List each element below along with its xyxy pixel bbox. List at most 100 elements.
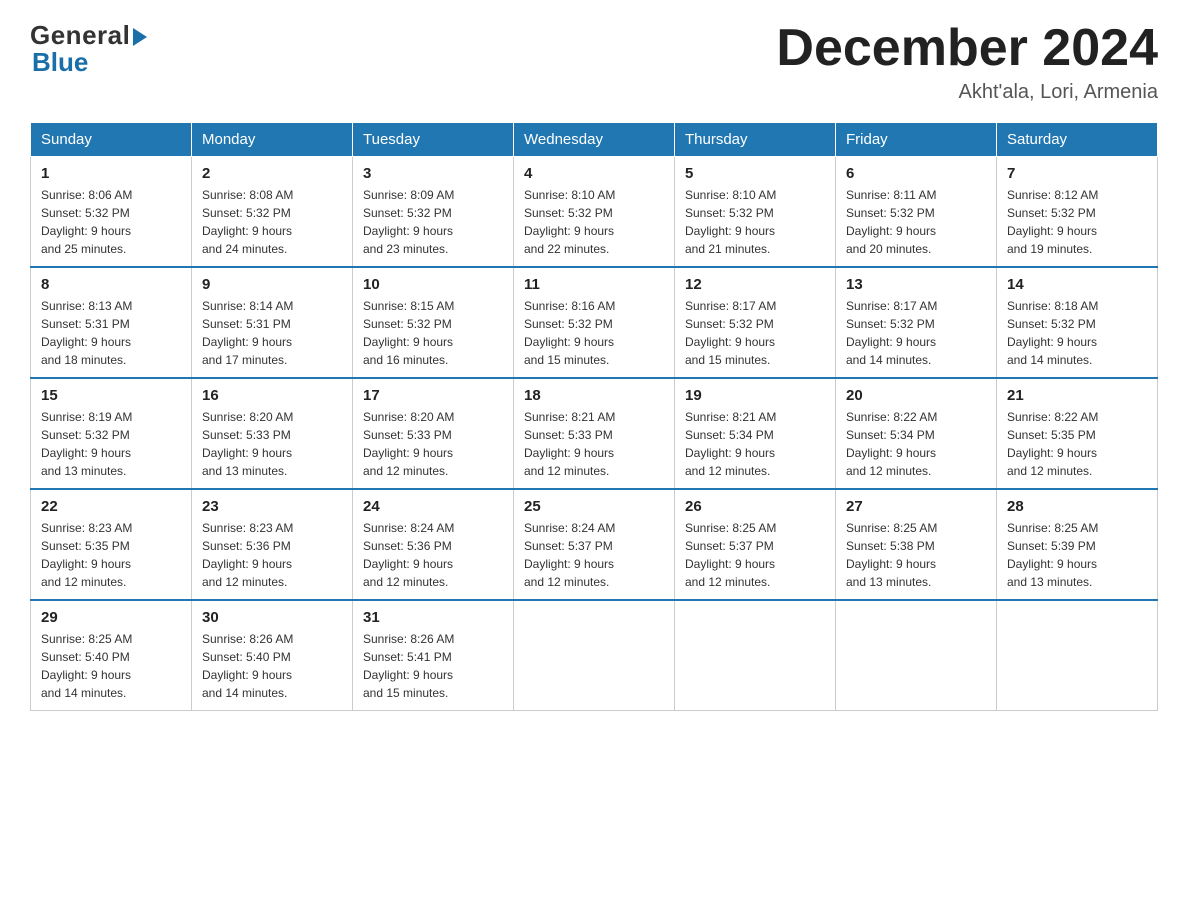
day-info: Sunrise: 8:10 AMSunset: 5:32 PMDaylight:… [685,186,825,258]
day-number: 30 [202,609,342,626]
day-number: 25 [524,498,664,515]
day-info: Sunrise: 8:11 AMSunset: 5:32 PMDaylight:… [846,186,986,258]
day-number: 19 [685,387,825,404]
day-info: Sunrise: 8:18 AMSunset: 5:32 PMDaylight:… [1007,297,1147,369]
day-number: 23 [202,498,342,515]
calendar-header-row: SundayMondayTuesdayWednesdayThursdayFrid… [31,123,1158,157]
day-number: 8 [41,276,181,293]
day-number: 17 [363,387,503,404]
day-info: Sunrise: 8:06 AMSunset: 5:32 PMDaylight:… [41,186,181,258]
day-info: Sunrise: 8:08 AMSunset: 5:32 PMDaylight:… [202,186,342,258]
calendar-cell: 3 Sunrise: 8:09 AMSunset: 5:32 PMDaylight… [353,157,514,268]
week-row-4: 22 Sunrise: 8:23 AMSunset: 5:35 PMDayligh… [31,489,1158,600]
day-info: Sunrise: 8:25 AMSunset: 5:38 PMDaylight:… [846,519,986,591]
title-section: December 2024 Akht'ala, Lori, Armenia [776,20,1158,104]
calendar-cell: 21Sunrise: 8:22 AMSunset: 5:35 PMDayligh… [997,378,1158,489]
day-number: 16 [202,387,342,404]
day-number: 1 [41,165,181,182]
header-wednesday: Wednesday [514,123,675,157]
calendar-cell: 24 Sunrise: 8:24 AMSunset: 5:36 PMDayligh… [353,489,514,600]
day-info: Sunrise: 8:17 AMSunset: 5:32 PMDaylight:… [685,297,825,369]
header-monday: Monday [192,123,353,157]
day-info: Sunrise: 8:20 AMSunset: 5:33 PMDaylight:… [363,408,503,480]
day-number: 12 [685,276,825,293]
page-header: General Blue December 2024 Akht'ala, Lor… [30,20,1158,104]
calendar-cell: 1 Sunrise: 8:06 AMSunset: 5:32 PMDaylight… [31,157,192,268]
calendar-cell [836,600,997,711]
calendar-cell: 12 Sunrise: 8:17 AMSunset: 5:32 PMDayligh… [675,267,836,378]
header-tuesday: Tuesday [353,123,514,157]
day-info: Sunrise: 8:25 AMSunset: 5:39 PMDaylight:… [1007,519,1147,591]
calendar-cell: 30 Sunrise: 8:26 AMSunset: 5:40 PMDayligh… [192,600,353,711]
week-row-5: 29 Sunrise: 8:25 AMSunset: 5:40 PMDayligh… [31,600,1158,711]
header-sunday: Sunday [31,123,192,157]
day-number: 18 [524,387,664,404]
calendar-cell: 28 Sunrise: 8:25 AMSunset: 5:39 PMDayligh… [997,489,1158,600]
day-number: 10 [363,276,503,293]
day-number: 20 [846,387,986,404]
day-info: Sunrise: 8:26 AMSunset: 5:40 PMDaylight:… [202,630,342,702]
day-number: 26 [685,498,825,515]
day-info: Sunrise: 8:19 AMSunset: 5:32 PMDaylight:… [41,408,181,480]
day-info: Sunrise: 8:24 AMSunset: 5:36 PMDaylight:… [363,519,503,591]
calendar-cell: 16Sunrise: 8:20 AMSunset: 5:33 PMDayligh… [192,378,353,489]
day-info: Sunrise: 8:23 AMSunset: 5:35 PMDaylight:… [41,519,181,591]
day-number: 3 [363,165,503,182]
week-row-3: 15 Sunrise: 8:19 AMSunset: 5:32 PMDayligh… [31,378,1158,489]
logo-arrow-icon [133,28,147,46]
month-title: December 2024 [776,20,1158,77]
day-number: 29 [41,609,181,626]
day-number: 11 [524,276,664,293]
calendar-cell [997,600,1158,711]
calendar-cell: 20Sunrise: 8:22 AMSunset: 5:34 PMDayligh… [836,378,997,489]
day-number: 13 [846,276,986,293]
calendar-cell: 27Sunrise: 8:25 AMSunset: 5:38 PMDayligh… [836,489,997,600]
day-number: 22 [41,498,181,515]
calendar-cell [514,600,675,711]
calendar-cell: 14Sunrise: 8:18 AMSunset: 5:32 PMDayligh… [997,267,1158,378]
day-info: Sunrise: 8:14 AMSunset: 5:31 PMDaylight:… [202,297,342,369]
header-thursday: Thursday [675,123,836,157]
calendar-cell: 18Sunrise: 8:21 AMSunset: 5:33 PMDayligh… [514,378,675,489]
calendar-cell: 10 Sunrise: 8:15 AMSunset: 5:32 PMDayligh… [353,267,514,378]
day-number: 2 [202,165,342,182]
calendar-cell: 29 Sunrise: 8:25 AMSunset: 5:40 PMDayligh… [31,600,192,711]
day-info: Sunrise: 8:17 AMSunset: 5:32 PMDaylight:… [846,297,986,369]
calendar-cell: 22 Sunrise: 8:23 AMSunset: 5:35 PMDayligh… [31,489,192,600]
day-number: 31 [363,609,503,626]
day-info: Sunrise: 8:25 AMSunset: 5:40 PMDaylight:… [41,630,181,702]
day-number: 5 [685,165,825,182]
day-number: 7 [1007,165,1147,182]
day-info: Sunrise: 8:13 AMSunset: 5:31 PMDaylight:… [41,297,181,369]
calendar-cell: 17 Sunrise: 8:20 AMSunset: 5:33 PMDayligh… [353,378,514,489]
header-friday: Friday [836,123,997,157]
day-info: Sunrise: 8:15 AMSunset: 5:32 PMDaylight:… [363,297,503,369]
calendar-cell: 6 Sunrise: 8:11 AMSunset: 5:32 PMDaylight… [836,157,997,268]
day-info: Sunrise: 8:26 AMSunset: 5:41 PMDaylight:… [363,630,503,702]
calendar-cell [675,600,836,711]
day-info: Sunrise: 8:12 AMSunset: 5:32 PMDaylight:… [1007,186,1147,258]
logo: General Blue [30,20,147,78]
calendar-cell: 2 Sunrise: 8:08 AMSunset: 5:32 PMDaylight… [192,157,353,268]
calendar-cell: 13 Sunrise: 8:17 AMSunset: 5:32 PMDayligh… [836,267,997,378]
calendar-cell: 11 Sunrise: 8:16 AMSunset: 5:32 PMDayligh… [514,267,675,378]
day-number: 24 [363,498,503,515]
day-info: Sunrise: 8:09 AMSunset: 5:32 PMDaylight:… [363,186,503,258]
day-number: 28 [1007,498,1147,515]
calendar-table: SundayMondayTuesdayWednesdayThursdayFrid… [30,122,1158,711]
day-number: 15 [41,387,181,404]
day-info: Sunrise: 8:25 AMSunset: 5:37 PMDaylight:… [685,519,825,591]
day-number: 6 [846,165,986,182]
calendar-cell: 7 Sunrise: 8:12 AMSunset: 5:32 PMDaylight… [997,157,1158,268]
day-info: Sunrise: 8:16 AMSunset: 5:32 PMDaylight:… [524,297,664,369]
day-info: Sunrise: 8:24 AMSunset: 5:37 PMDaylight:… [524,519,664,591]
day-number: 9 [202,276,342,293]
logo-blue-text: Blue [32,47,88,78]
day-number: 21 [1007,387,1147,404]
calendar-cell: 15 Sunrise: 8:19 AMSunset: 5:32 PMDayligh… [31,378,192,489]
day-info: Sunrise: 8:21 AMSunset: 5:34 PMDaylight:… [685,408,825,480]
calendar-cell: 23 Sunrise: 8:23 AMSunset: 5:36 PMDayligh… [192,489,353,600]
calendar-cell: 19 Sunrise: 8:21 AMSunset: 5:34 PMDayligh… [675,378,836,489]
week-row-1: 1 Sunrise: 8:06 AMSunset: 5:32 PMDaylight… [31,157,1158,268]
day-info: Sunrise: 8:23 AMSunset: 5:36 PMDaylight:… [202,519,342,591]
